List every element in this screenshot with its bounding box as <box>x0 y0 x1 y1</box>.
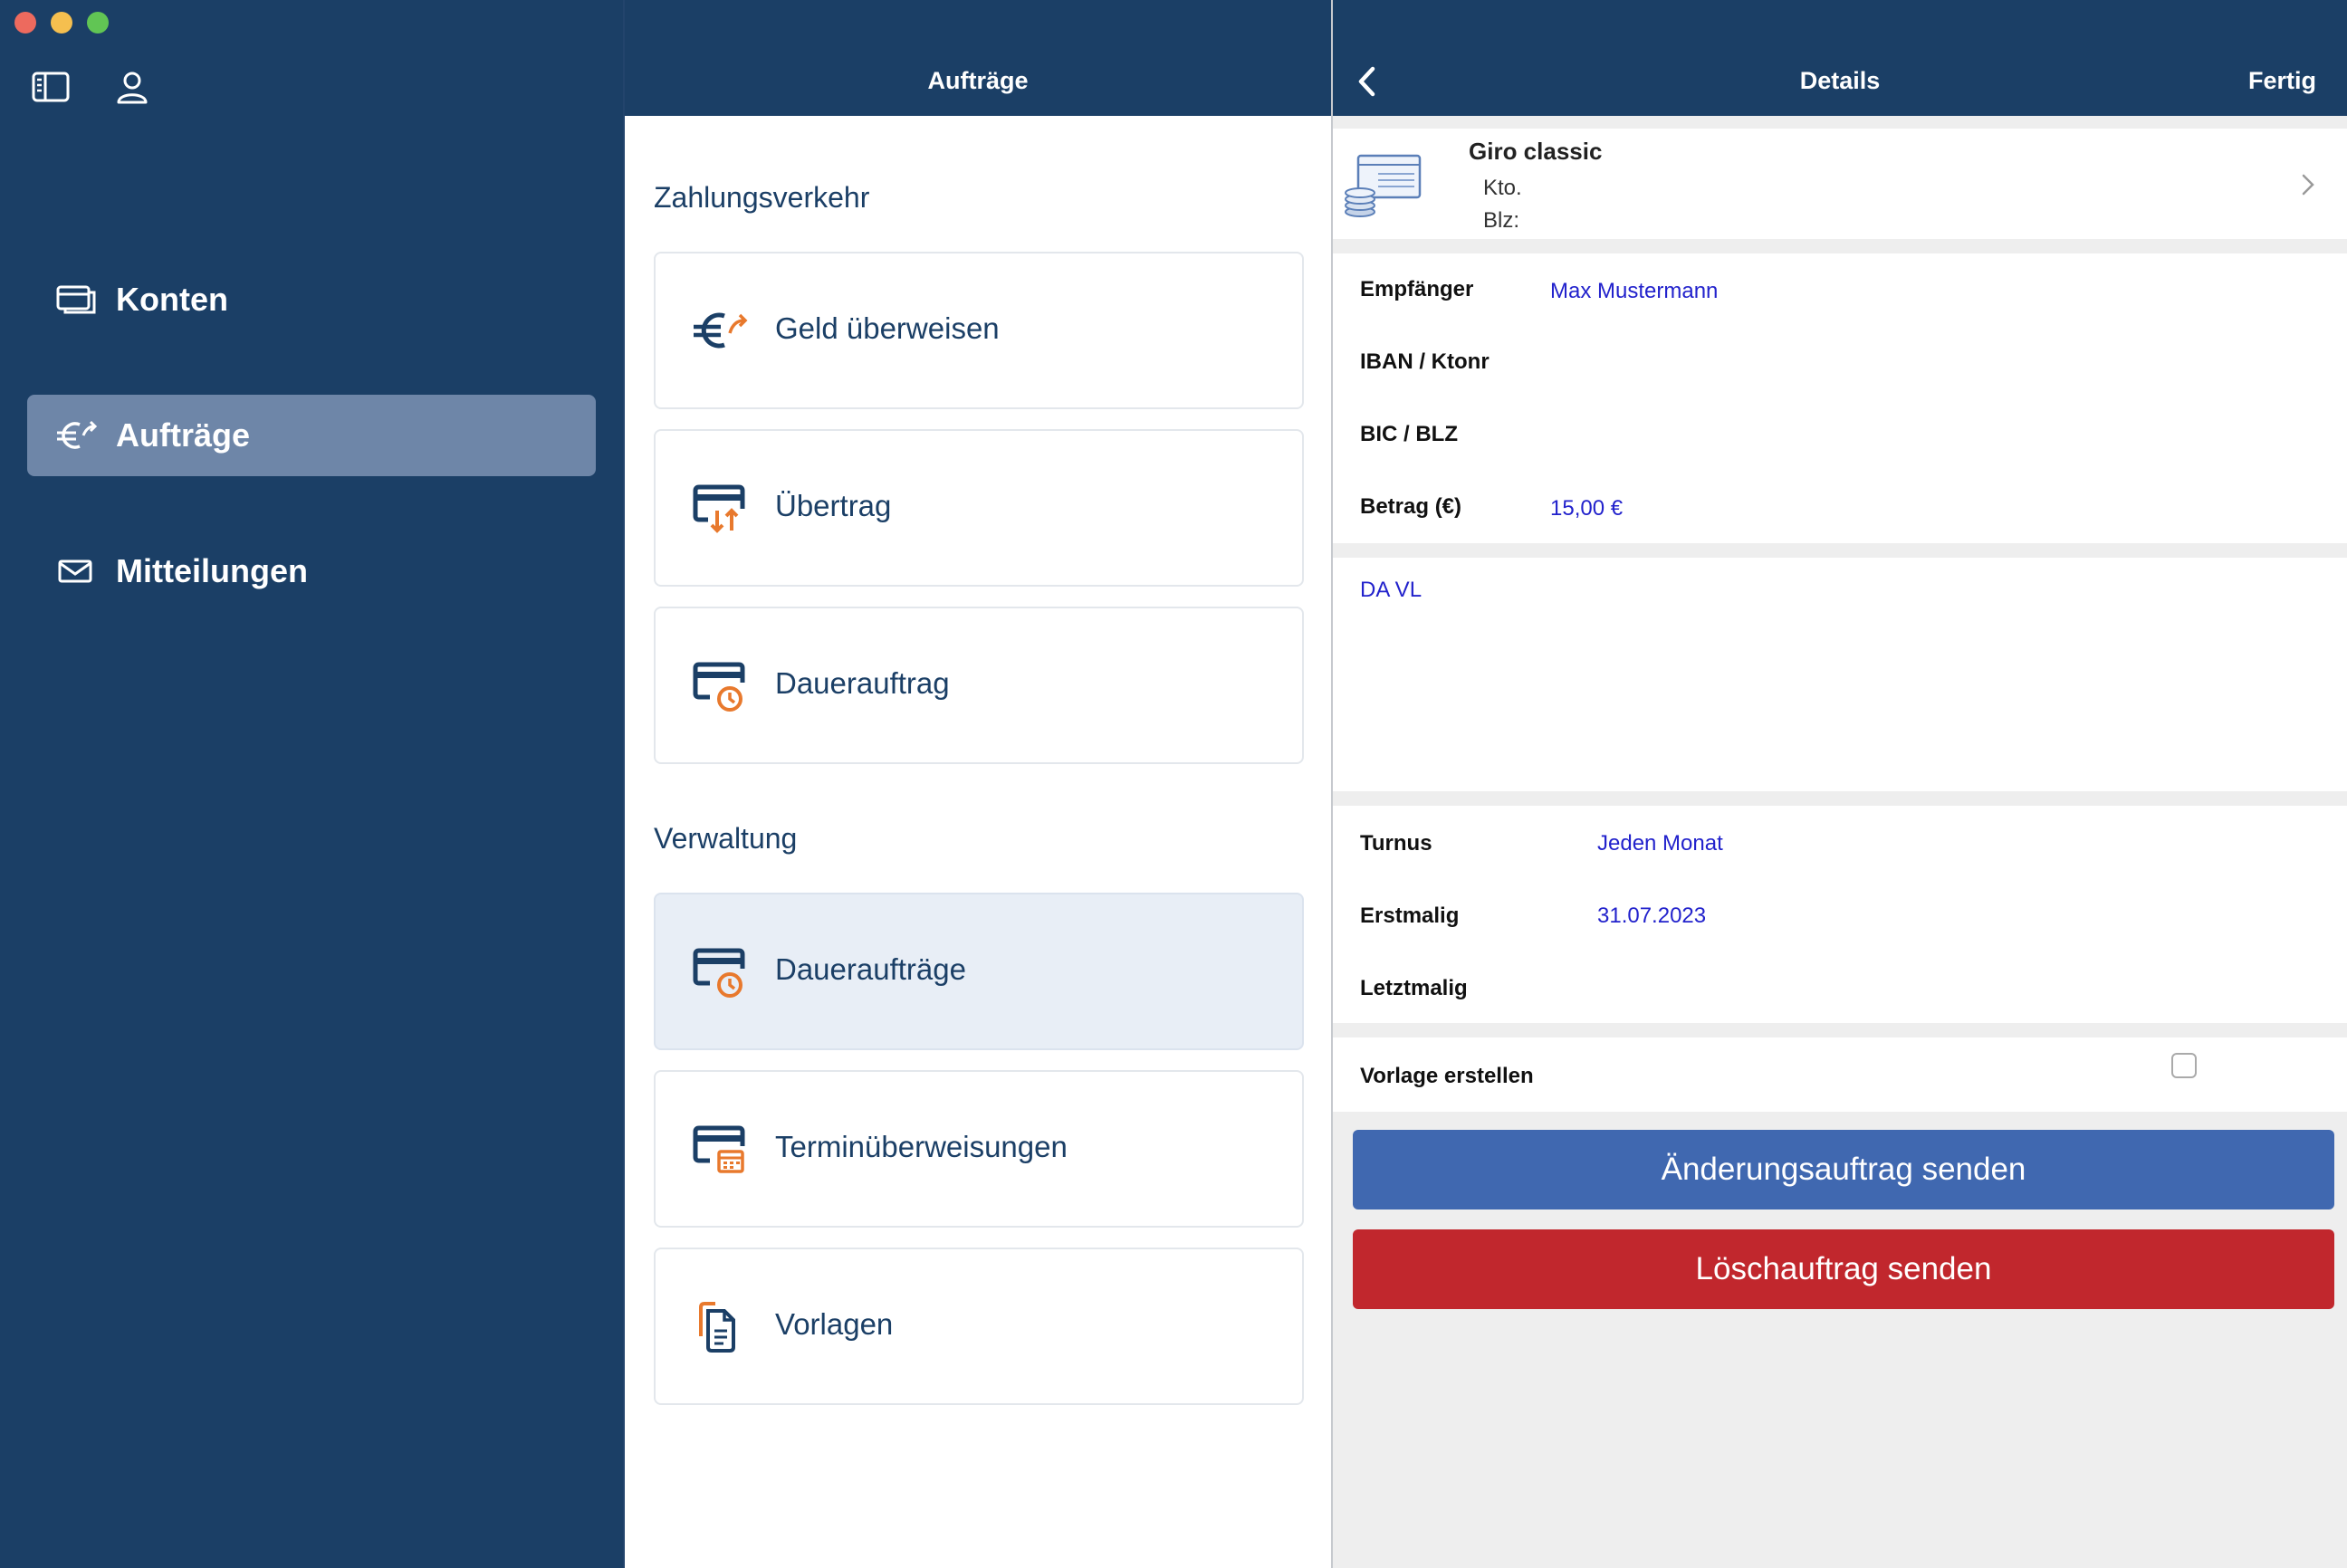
window-close-button[interactable] <box>14 12 36 33</box>
card-geld-ueberweisen[interactable]: Geld überweisen <box>654 252 1304 409</box>
amount-field[interactable]: 15,00 € <box>1550 496 1623 521</box>
window-maximize-button[interactable] <box>87 12 109 33</box>
details-title: Details <box>1799 67 1881 94</box>
template-label: Vorlage erstellen <box>1360 1064 1534 1088</box>
details-pane: Details Fertig Giro classic Kto. Blz: Em… <box>1331 0 2347 1568</box>
recipient-label: Empfänger <box>1360 277 1474 301</box>
sidebar: Konten Aufträge Mitteilungen <box>0 0 623 1568</box>
account-number-label: Kto. <box>1483 176 1522 200</box>
account-card-coins-icon <box>1342 150 1423 219</box>
card-terminueberweisungen[interactable]: Terminüberweisungen <box>654 1070 1304 1228</box>
card-vorlagen[interactable]: Vorlagen <box>654 1248 1304 1405</box>
card-label: Übertrag <box>775 489 892 522</box>
last-date-label: Letztmalig <box>1360 976 1468 1000</box>
transfer-fields <box>1333 253 2347 543</box>
purpose-field[interactable]: DA VL <box>1360 578 1422 603</box>
bic-label: BIC / BLZ <box>1360 422 1458 446</box>
section-title-zahlungsverkehr: Zahlungsverkehr <box>654 181 870 214</box>
amount-label: Betrag (€) <box>1360 494 1462 519</box>
card-calendar-icon <box>690 1119 750 1179</box>
card-uebertrag[interactable]: Übertrag <box>654 429 1304 587</box>
card-label: Dauerauftrag <box>775 666 950 700</box>
section-title-verwaltung: Verwaltung <box>654 822 798 855</box>
account-blz-label: Blz: <box>1483 208 1520 233</box>
first-date-label: Erstmalig <box>1360 904 1460 928</box>
page-title: Aufträge <box>927 67 1029 94</box>
card-label: Geld überweisen <box>775 311 1000 345</box>
sidebar-item-konten[interactable]: Konten <box>27 259 596 340</box>
documents-icon <box>690 1296 750 1356</box>
chevron-right-icon <box>2300 172 2316 197</box>
card-clock-icon <box>690 942 750 1001</box>
send-change-order-button[interactable]: Änderungsauftrag senden <box>1353 1130 2334 1209</box>
accounts-icon <box>54 280 98 320</box>
card-dauerauftraege[interactable]: Daueraufträge <box>654 893 1304 1050</box>
recipient-field[interactable]: Max Mustermann <box>1550 279 1718 304</box>
turnus-field[interactable]: Jeden Monat <box>1597 831 1723 856</box>
orders-header: Aufträge <box>625 0 1331 116</box>
send-delete-order-button[interactable]: Löschauftrag senden <box>1353 1229 2334 1309</box>
account-name: Giro classic <box>1469 138 1603 165</box>
details-header: Details Fertig <box>1333 0 2347 116</box>
euro-transfer-icon <box>690 301 750 360</box>
window-minimize-button[interactable] <box>51 12 72 33</box>
purpose-block[interactable] <box>1333 558 2347 791</box>
card-dauerauftrag[interactable]: Dauerauftrag <box>654 607 1304 764</box>
card-label: Vorlagen <box>775 1307 894 1341</box>
user-icon[interactable] <box>112 69 152 105</box>
sidebar-item-label: Konten <box>116 281 228 318</box>
turnus-label: Turnus <box>1360 831 1432 856</box>
card-label: Terminüberweisungen <box>775 1130 1068 1163</box>
sidebar-item-auftraege[interactable]: Aufträge <box>27 395 596 476</box>
done-button[interactable]: Fertig <box>2248 67 2316 95</box>
sidebar-item-label: Mitteilungen <box>116 552 308 589</box>
sidebar-item-label: Aufträge <box>116 416 251 454</box>
template-checkbox[interactable] <box>2171 1053 2197 1078</box>
envelope-icon <box>54 551 98 591</box>
euro-transfer-icon <box>54 416 98 455</box>
sidebar-item-mitteilungen[interactable]: Mitteilungen <box>27 531 596 612</box>
schedule-block <box>1333 806 2347 1023</box>
card-clock-icon <box>690 655 750 715</box>
iban-label: IBAN / Ktonr <box>1360 349 1490 374</box>
card-transfer-icon <box>690 478 750 538</box>
sidebar-toggle-icon[interactable] <box>31 69 71 105</box>
card-label: Daueraufträge <box>775 952 966 986</box>
first-date-field[interactable]: 31.07.2023 <box>1597 904 1706 929</box>
orders-pane: Aufträge Zahlungsverkehr Geld überweisen… <box>623 0 1331 1568</box>
